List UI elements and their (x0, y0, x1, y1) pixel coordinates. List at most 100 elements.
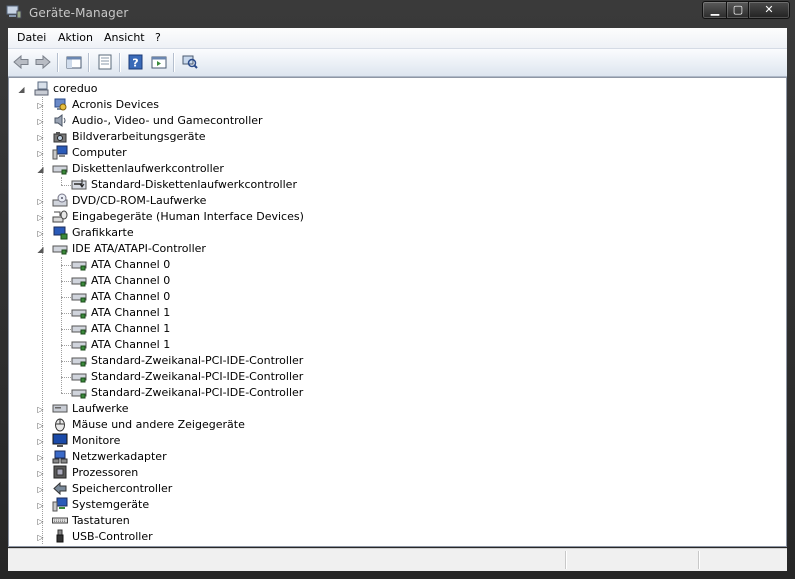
show-hide-icon[interactable] (150, 53, 168, 71)
forward-icon[interactable] (34, 53, 52, 71)
device-label: ATA Channel 0 (91, 258, 171, 271)
expand-icon[interactable]: ▷ (36, 197, 45, 206)
expand-icon[interactable]: ▷ (36, 485, 45, 494)
category-label: Prozessoren (72, 466, 139, 479)
tree-item-device[interactable]: ATA Channel 0 (9, 273, 409, 289)
tree-item-hid[interactable]: ▷ Eingabegeräte (Human Interface Devices… (9, 209, 409, 225)
tree-item-network-adapters[interactable]: ▷ Netzwerkadapter (9, 449, 409, 465)
tree-item-device[interactable]: ATA Channel 1 (9, 321, 409, 337)
tree-item-keyboards[interactable]: ▷ Tastaturen (9, 513, 409, 529)
menu-ansicht[interactable]: Ansicht (104, 31, 145, 44)
device-tree[interactable]: ◢ coreduo ▷ Acronis Devices ▷ Audio-, Vi… (8, 77, 787, 547)
tree-item-mice[interactable]: ▷ Mäuse und andere Zeigegeräte (9, 417, 409, 433)
svg-text:?: ? (132, 57, 138, 70)
device-label: Standard-Diskettenlaufwerkcontroller (91, 178, 297, 191)
ide-channel-icon (71, 341, 87, 351)
tree-item-device[interactable]: Standard-Zweikanal-PCI-IDE-Controller (9, 353, 409, 369)
title-bar[interactable]: Geräte-Manager ▁ ▢ ✕ (0, 0, 795, 26)
tree-item-display-adapters[interactable]: ▷ Grafikkarte (9, 225, 409, 241)
device-label: Standard-Zweikanal-PCI-IDE-Controller (91, 354, 304, 367)
expand-icon[interactable]: ▷ (36, 101, 45, 110)
expand-icon[interactable]: ▷ (36, 421, 45, 430)
keyboard-icon (52, 517, 68, 524)
tree-item-imaging[interactable]: ▷ Bildverarbeitungsgeräte (9, 129, 409, 145)
category-label: IDE ATA/ATAPI-Controller (72, 242, 206, 255)
tree-item-audio[interactable]: ▷ Audio-, Video- und Gamecontroller (9, 113, 409, 129)
menu-aktion[interactable]: Aktion (58, 31, 93, 44)
category-label: Computer (72, 146, 127, 159)
acronis-icon (54, 98, 67, 111)
floppy-controller-icon (52, 165, 68, 175)
tree-item-device[interactable]: ATA Channel 1 (9, 305, 409, 321)
ide-controller-icon (52, 245, 68, 255)
usb-icon (56, 529, 64, 543)
expand-icon[interactable]: ▷ (36, 133, 45, 142)
ide-channel-icon (71, 277, 87, 287)
expand-icon[interactable]: ▷ (36, 453, 45, 462)
tree-item-storage-controllers[interactable]: ▷ Speichercontroller (9, 481, 409, 497)
tree-item-system-devices[interactable]: ▷ Systemgeräte (9, 497, 409, 513)
expand-icon[interactable]: ▷ (36, 405, 45, 414)
expand-icon[interactable]: ▷ (36, 149, 45, 158)
category-label: Monitore (72, 434, 121, 447)
scan-hardware-icon[interactable] (181, 53, 199, 71)
category-label: Systemgeräte (72, 498, 150, 511)
category-label: Acronis Devices (72, 98, 159, 111)
ide-channel-icon (71, 325, 87, 335)
tree-item-device[interactable]: ATA Channel 1 (9, 337, 409, 353)
tree-item-device[interactable]: Standard-Zweikanal-PCI-IDE-Controller (9, 385, 409, 401)
tree-item-device[interactable]: Standard-Zweikanal-PCI-IDE-Controller (9, 369, 409, 385)
expand-icon[interactable]: ▷ (36, 213, 45, 222)
expand-icon[interactable]: ▷ (36, 533, 45, 542)
device-label: Standard-Zweikanal-PCI-IDE-Controller (91, 370, 304, 383)
device-manager-window: Geräte-Manager ▁ ▢ ✕ Datei Aktion Ansich… (0, 0, 795, 579)
menu-bar: Datei Aktion Ansicht ? (8, 28, 787, 49)
device-label: ATA Channel 0 (91, 274, 171, 287)
expand-icon[interactable]: ▷ (36, 437, 45, 446)
back-icon[interactable] (12, 53, 30, 71)
status-bar (8, 548, 787, 571)
device-manager-app-icon (6, 5, 22, 19)
expand-icon[interactable]: ▷ (36, 501, 45, 510)
tree-item-dvd[interactable]: ▷ DVD/CD-ROM-Laufwerke (9, 193, 409, 209)
collapse-icon[interactable]: ◢ (17, 85, 26, 94)
help-icon[interactable]: ? (127, 53, 145, 71)
tree-root[interactable]: ◢ coreduo (9, 81, 309, 97)
ide-channel-icon (71, 357, 87, 367)
properties-icon[interactable] (96, 53, 114, 71)
tree-item-monitors[interactable]: ▷ Monitore (9, 433, 409, 449)
menu-help[interactable]: ? (155, 31, 161, 44)
tree-item-device[interactable]: ATA Channel 0 (9, 257, 409, 273)
expand-icon[interactable]: ▷ (36, 469, 45, 478)
category-label: Audio-, Video- und Gamecontroller (72, 114, 263, 127)
tree-item-device[interactable]: ATA Channel 0 (9, 289, 409, 305)
tree-item-device[interactable]: Standard-Diskettenlaufwerkcontroller (9, 177, 409, 193)
mouse-icon (55, 418, 65, 432)
maximize-button[interactable]: ▢ (726, 1, 750, 19)
category-label: Bildverarbeitungsgeräte (72, 130, 206, 143)
tree-item-ide-controllers[interactable]: ◢ IDE ATA/ATAPI-Controller (9, 241, 409, 257)
category-label: Mäuse und andere Zeigegeräte (72, 418, 245, 431)
tree-item-usb-controllers[interactable]: ▷ USB-Controller (9, 529, 409, 545)
tree-item-floppy-controllers[interactable]: ◢ Diskettenlaufwerkcontroller (9, 161, 409, 177)
tree-item-processors[interactable]: ▷ Prozessoren (9, 465, 409, 481)
ide-channel-icon (71, 293, 87, 303)
close-button[interactable]: ✕ (748, 1, 790, 19)
computer-icon (52, 145, 68, 160)
collapse-icon[interactable]: ◢ (36, 245, 45, 254)
display-adapter-icon (53, 226, 68, 240)
expand-icon[interactable]: ▷ (36, 117, 45, 126)
camera-icon (53, 132, 67, 143)
tree-item-disk-drives[interactable]: ▷ Laufwerke (9, 401, 409, 417)
category-label: Tastaturen (72, 514, 130, 527)
expand-icon[interactable]: ▷ (36, 229, 45, 238)
collapse-icon[interactable]: ◢ (36, 165, 45, 174)
tree-item-acronis-devices[interactable]: ▷ Acronis Devices (9, 97, 409, 113)
device-label: Standard-Zweikanal-PCI-IDE-Controller (91, 386, 304, 399)
console-tree-icon[interactable] (65, 53, 83, 71)
tree-item-computer[interactable]: ▷ Computer (9, 145, 409, 161)
expand-icon[interactable]: ▷ (36, 517, 45, 526)
minimize-button[interactable]: ▁ (702, 1, 728, 19)
menu-datei[interactable]: Datei (17, 31, 46, 44)
ide-channel-icon (71, 373, 87, 383)
